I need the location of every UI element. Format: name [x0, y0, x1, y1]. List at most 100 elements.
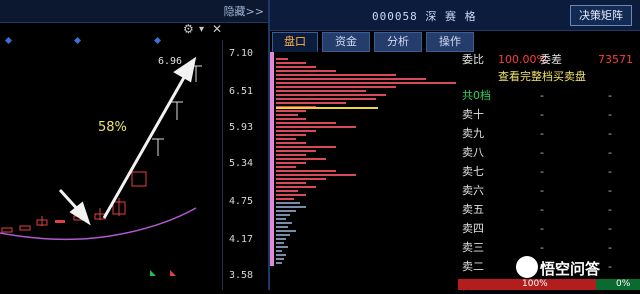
book-row-label: 卖九 — [462, 127, 484, 140]
volume-bar — [276, 250, 282, 252]
tab-order-book[interactable]: 盘口 — [272, 32, 318, 52]
volume-bar — [276, 142, 306, 144]
ask-percent: 0% — [616, 279, 631, 289]
volume-bar — [276, 246, 288, 248]
ratio-label: 委比 — [462, 53, 484, 66]
book-row-label: 共0档 — [462, 89, 491, 102]
volume-bar — [276, 190, 298, 192]
volume-bar — [276, 198, 294, 200]
book-row: 卖十 - - — [458, 107, 640, 123]
volume-bar — [276, 70, 336, 72]
candlestick-chart[interactable]: 隐藏>> ⚙ ▾ ✕ 58% 6.96 7.10 6.51 5.93 5.34 … — [0, 0, 268, 290]
decision-matrix-button[interactable]: 决策矩阵 — [570, 5, 632, 26]
view-full-book-link[interactable]: 查看完整档买卖盘 — [498, 69, 586, 85]
book-row: 共0档 - - — [458, 88, 640, 104]
volume-bar — [276, 242, 284, 244]
volume-profile — [270, 52, 456, 266]
chart-toolbar: 隐藏>> — [0, 0, 268, 23]
volume-bar — [276, 78, 426, 80]
diff-label: 委差 — [540, 53, 562, 66]
volume-bar — [276, 66, 316, 68]
volume-bar — [276, 130, 316, 132]
book-row: 卖六 - - — [458, 183, 640, 199]
volume-bar — [276, 94, 386, 96]
book-row-label: 卖七 — [462, 165, 484, 178]
volume-bar — [276, 122, 336, 124]
volume-bar — [276, 118, 306, 120]
book-row-volume: - — [608, 184, 612, 197]
price-plot — [0, 56, 202, 276]
volume-bar — [276, 126, 356, 128]
price-tick: 5.93 — [229, 122, 254, 133]
volume-bar — [276, 254, 286, 256]
book-row-volume: - — [608, 146, 612, 159]
volume-bar — [276, 178, 326, 180]
volume-bar — [276, 158, 326, 160]
price-axis: 7.10 6.51 5.93 5.34 4.75 4.17 3.58 — [222, 40, 269, 290]
book-row-label: 卖四 — [462, 222, 484, 235]
book-row-price: - — [540, 165, 544, 178]
book-row: 卖五 - - — [458, 202, 640, 218]
volume-bar — [276, 150, 316, 152]
range-marker — [270, 52, 274, 266]
peak-price-label: 6.96 — [158, 56, 183, 67]
watermark: 悟空问答 — [512, 254, 640, 280]
book-row-volume: - — [608, 89, 612, 102]
price-tick: 5.34 — [229, 158, 254, 169]
book-row-price: - — [540, 89, 544, 102]
book-row-volume: - — [608, 108, 612, 121]
volume-bar — [276, 138, 296, 140]
hide-panel-button[interactable]: 隐藏>> — [224, 3, 264, 19]
book-row-price: - — [540, 184, 544, 197]
book-row-label: 卖六 — [462, 184, 484, 197]
book-row-price: - — [540, 127, 544, 140]
book-row-price: - — [540, 108, 544, 121]
volume-bar — [276, 146, 336, 148]
book-row-volume: - — [608, 127, 612, 140]
book-row-volume: - — [608, 203, 612, 216]
volume-bar — [276, 102, 346, 104]
book-row-label: 卖八 — [462, 146, 484, 159]
tab-operation[interactable]: 操作 — [426, 32, 474, 52]
volume-bar — [276, 258, 284, 260]
book-row: 卖七 - - — [458, 164, 640, 180]
volume-bar — [276, 98, 376, 100]
volume-bar — [276, 114, 298, 116]
ratio-row: 委比 100.00% 委差 73571 — [458, 52, 640, 68]
gear-icon[interactable]: ⚙ — [183, 23, 195, 35]
volume-bar — [276, 86, 396, 88]
book-row-label: 卖五 — [462, 203, 484, 216]
tab-funds[interactable]: 资金 — [322, 32, 370, 52]
close-icon[interactable]: ✕ — [212, 22, 222, 36]
volume-bar — [276, 226, 288, 228]
volume-bar — [276, 262, 282, 264]
book-row-volume: - — [608, 165, 612, 178]
red-flag-icon — [170, 270, 176, 276]
volume-bar — [276, 182, 306, 184]
volume-bar — [276, 218, 286, 220]
book-row-price: - — [540, 222, 544, 235]
diff-value: 73571 — [598, 53, 633, 66]
tab-analysis[interactable]: 分析 — [374, 32, 422, 52]
book-row-price: - — [540, 146, 544, 159]
volume-bar — [276, 186, 316, 188]
book-row-price: - — [540, 203, 544, 216]
volume-bar — [276, 210, 296, 212]
volume-bar — [276, 230, 296, 232]
full-book-row: 查看完整档买卖盘 — [458, 69, 640, 85]
volume-bar — [276, 82, 456, 84]
bid-percent: 100% — [522, 279, 548, 289]
chevron-down-icon[interactable]: ▾ — [199, 24, 204, 35]
volume-bar — [276, 194, 306, 196]
volume-bar — [276, 170, 336, 172]
volume-bar — [276, 202, 300, 204]
green-flag-icon — [150, 270, 156, 276]
volume-bar — [276, 206, 306, 208]
volume-bar — [276, 238, 286, 240]
candle — [55, 220, 65, 223]
book-row-label: 卖三 — [462, 241, 484, 254]
book-row-volume: - — [608, 222, 612, 235]
volume-bar — [276, 134, 306, 136]
volume-bars — [276, 58, 456, 264]
volume-bar — [276, 162, 306, 164]
